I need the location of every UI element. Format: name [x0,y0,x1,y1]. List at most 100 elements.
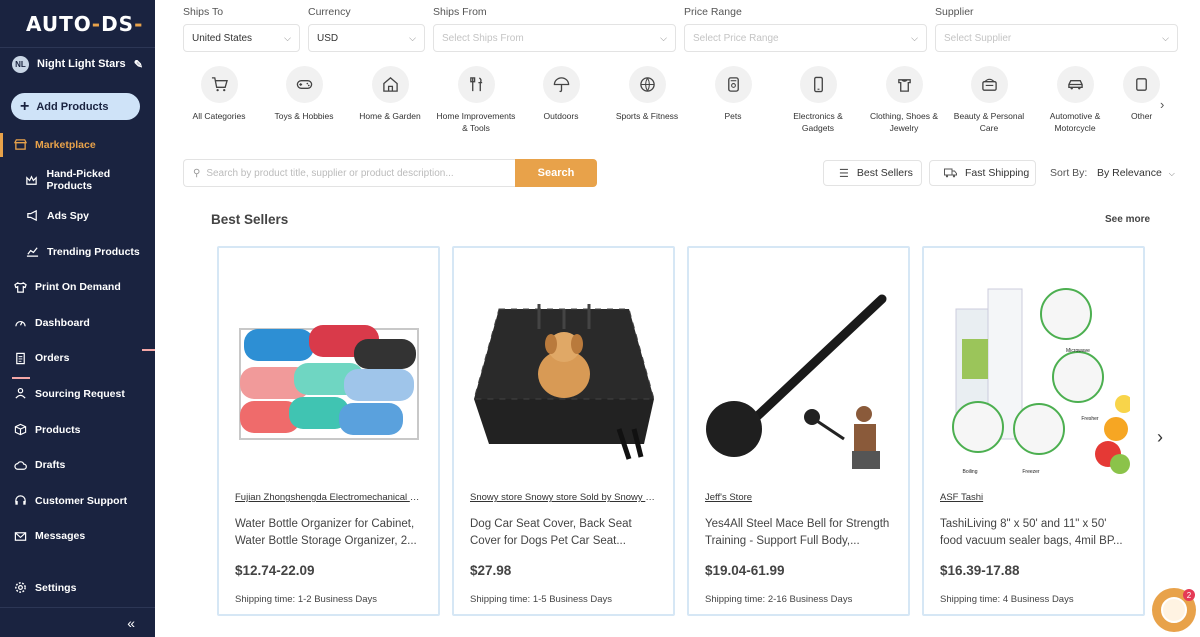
chevron-right-icon[interactable]: › [1160,97,1164,112]
product-card[interactable]: Snowy store Snowy store Sold by Snowy st… [452,246,675,616]
filter-label: Currency [308,6,351,18]
sourcing-icon [13,387,27,401]
product-store-link[interactable]: Snowy store Snowy store Sold by Snowy st… [470,492,658,503]
plus-icon: + [20,97,30,115]
fast-shipping-filter-button[interactable]: Fast Shipping [929,160,1036,186]
dog-seat-cover-image [468,266,660,492]
best-sellers-filter-button[interactable]: ☰ Best Sellers [823,160,922,186]
supplier-filter: Supplier Select Supplier ⌵ [935,6,1178,52]
chat-badge: 2 [1183,589,1195,601]
decorative-mark [12,377,30,379]
sidebar-item-products[interactable]: Products [0,412,155,448]
collapse-sidebar-button[interactable]: « [0,607,155,637]
product-card[interactable]: Jeff's Store Yes4All Steel Mace Bell for… [687,246,910,616]
category-carousel: All Categories Toys & Hobbies Home & Gar… [176,64,1166,149]
chat-icon [1161,597,1187,623]
product-title[interactable]: Yes4All Steel Mace Bell for Strength Tra… [705,516,895,550]
select-placeholder: Select Ships From [442,32,524,44]
category-beauty[interactable]: Beauty & Personal Care [946,64,1032,134]
sidebar-item-label: Messages [35,530,86,543]
category-label: Automotive & Motorcycle [1049,111,1101,133]
sidebar-item-label: Dashboard [35,316,90,329]
sidebar-item-messages[interactable]: Messages [0,519,155,555]
fast-shipping-label: Fast Shipping [965,167,1030,179]
account-switcher[interactable]: NL Night Light Stars ✎ [0,48,155,80]
boiling-label: Boiling [962,469,978,475]
see-more-link[interactable]: See more [1105,214,1150,225]
category-other[interactable]: Other [1118,64,1166,122]
category-label: Outdoors [543,111,579,121]
list-icon: ☰ [839,167,849,180]
category-toys[interactable]: Toys & Hobbies [261,64,347,122]
add-products-button[interactable]: + Add Products [11,93,140,120]
product-title[interactable]: TashiLiving 8" x 50' and 11" x 50' food … [940,516,1130,550]
logo-text: AUTO [26,11,92,36]
category-clothing[interactable]: Clothing, Shoes & Jewelry [861,64,947,134]
chevron-right-icon[interactable]: › [1157,427,1163,448]
sidebar-item-customer-support[interactable]: Customer Support [0,483,155,519]
pencil-icon[interactable]: ✎ [134,58,143,71]
category-home-improvements[interactable]: Home Improvements & Tools [433,64,519,134]
best-sellers-label: Best Sellers [856,167,913,179]
category-pets[interactable]: Pets [690,64,776,122]
sidebar-item-orders[interactable]: Orders [0,341,155,377]
ships-from-select[interactable]: Select Ships From ⌵ [433,24,676,52]
sidebar-item-trending-products[interactable]: Trending Products [0,234,155,270]
sort-by-select[interactable]: By Relevance ⌵ [1097,167,1175,179]
sidebar-item-marketplace[interactable]: Marketplace [0,127,155,163]
decorative-mark [142,349,155,351]
ships-to-select[interactable]: United States ⌵ [183,24,300,52]
sidebar-item-sourcing-request[interactable]: Sourcing Request [0,376,155,412]
shirt-icon [13,280,27,294]
product-price: $16.39-17.88 [940,563,1020,578]
truck-icon [944,168,957,178]
search-placeholder: Search by product title, supplier or pro… [206,167,454,179]
sidebar-item-drafts[interactable]: Drafts [0,447,155,483]
product-shipping-time: Shipping time: 1-2 Business Days [235,594,378,605]
sidebar-item-label: Settings [35,581,77,594]
mail-icon [13,529,27,543]
category-sports[interactable]: Sports & Fitness [604,64,690,122]
product-card[interactable]: Fujian Zhongshengda Electromechanical Co… [217,246,440,616]
sidebar-settings-wrap: Settings [0,570,155,606]
sidebar-item-dashboard[interactable]: Dashboard [0,305,155,341]
category-label: All Categories [192,111,246,121]
search-button[interactable]: Search [515,159,597,187]
category-label: Clothing, Shoes & Jewelry [869,111,939,133]
product-price: $19.04-61.99 [705,563,785,578]
sort-by-label: Sort By: [1050,167,1088,179]
microwave-label: Microwave [1066,348,1090,354]
tools-icon [457,66,495,103]
product-store-link[interactable]: ASF Tashi [940,492,1128,503]
gamepad-icon [285,66,323,103]
product-title[interactable]: Dog Car Seat Cover, Back Seat Cover for … [470,516,660,550]
avatar: NL [12,55,29,73]
sidebar-item-settings[interactable]: Settings [0,570,155,606]
gauge-icon [13,316,27,330]
category-electronics[interactable]: Electronics & Gadgets [775,64,861,134]
chevron-down-icon: ⌵ [1168,169,1175,178]
sidebar-item-hand-picked-products[interactable]: Hand-Picked Products [0,163,155,199]
category-home-garden[interactable]: Home & Garden [347,64,433,122]
logo-tail: DS [101,11,135,36]
house-icon [371,66,409,103]
product-card[interactable]: Microwave Fresher Boiling Freezer ASF Ta… [922,246,1145,616]
sidebar-item-ads-spy[interactable]: Ads Spy [0,198,155,234]
search-input[interactable]: ⚲ Search by product title, supplier or p… [183,159,515,187]
supplier-select[interactable]: Select Supplier ⌵ [935,24,1178,52]
category-outdoors[interactable]: Outdoors [518,64,604,122]
category-automotive[interactable]: Automotive & Motorcycle [1032,64,1118,134]
sidebar-item-print-on-demand[interactable]: Print On Demand [0,269,155,305]
category-label: Toys & Hobbies [274,111,334,121]
filter-label: Ships From [433,6,487,18]
ships-from-filter: Ships From Select Ships From ⌵ [433,6,676,52]
product-title[interactable]: Water Bottle Organizer for Cabinet, Wate… [235,516,425,550]
currency-select[interactable]: USD ⌵ [308,24,425,52]
product-store-link[interactable]: Fujian Zhongshengda Electromechanical Co… [235,492,423,503]
price-range-filter: Price Range Select Price Range ⌵ [684,6,927,52]
trend-icon [25,245,39,259]
price-range-select[interactable]: Select Price Range ⌵ [684,24,927,52]
product-store-link[interactable]: Jeff's Store [705,492,893,503]
autods-logo[interactable]: AUTO - DS - [0,0,155,48]
category-all[interactable]: All Categories [176,64,262,122]
